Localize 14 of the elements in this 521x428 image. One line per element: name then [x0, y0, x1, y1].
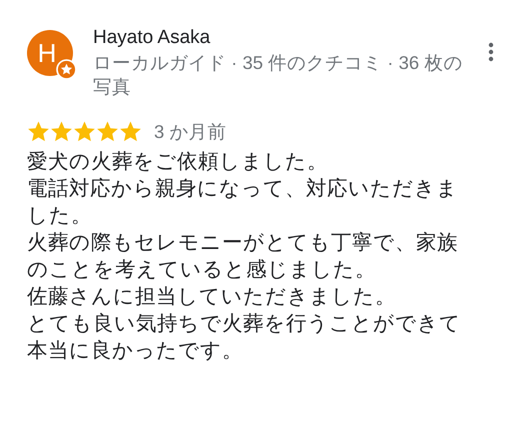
star-icon [50, 120, 73, 143]
review-text: 電話対応から親身になって、対応いただきました。 [27, 176, 459, 229]
star-icon [73, 120, 96, 143]
more-options-icon[interactable] [488, 42, 494, 62]
star-icon [96, 120, 119, 143]
author-name[interactable]: Hayato Asaka [93, 25, 463, 50]
review-text: とても良い気持ちで火葬を行うことができて本当に良かったです。 [27, 311, 462, 364]
review-date: 3 か月前 [154, 120, 226, 144]
star-icon [27, 120, 50, 143]
review-text: 愛犬の火葬をご依頼しました。 [27, 149, 329, 175]
star-icon [119, 120, 142, 143]
review-text: 佐藤さんに担当していただきました。 [27, 284, 397, 310]
review-text: 火葬の際もセレモニーがとても丁寧で、家族のことを考えていると感じました。 [27, 230, 459, 283]
author-stats: ローカルガイド · 35 件のクチコミ · 36 枚の写真 [93, 51, 463, 99]
